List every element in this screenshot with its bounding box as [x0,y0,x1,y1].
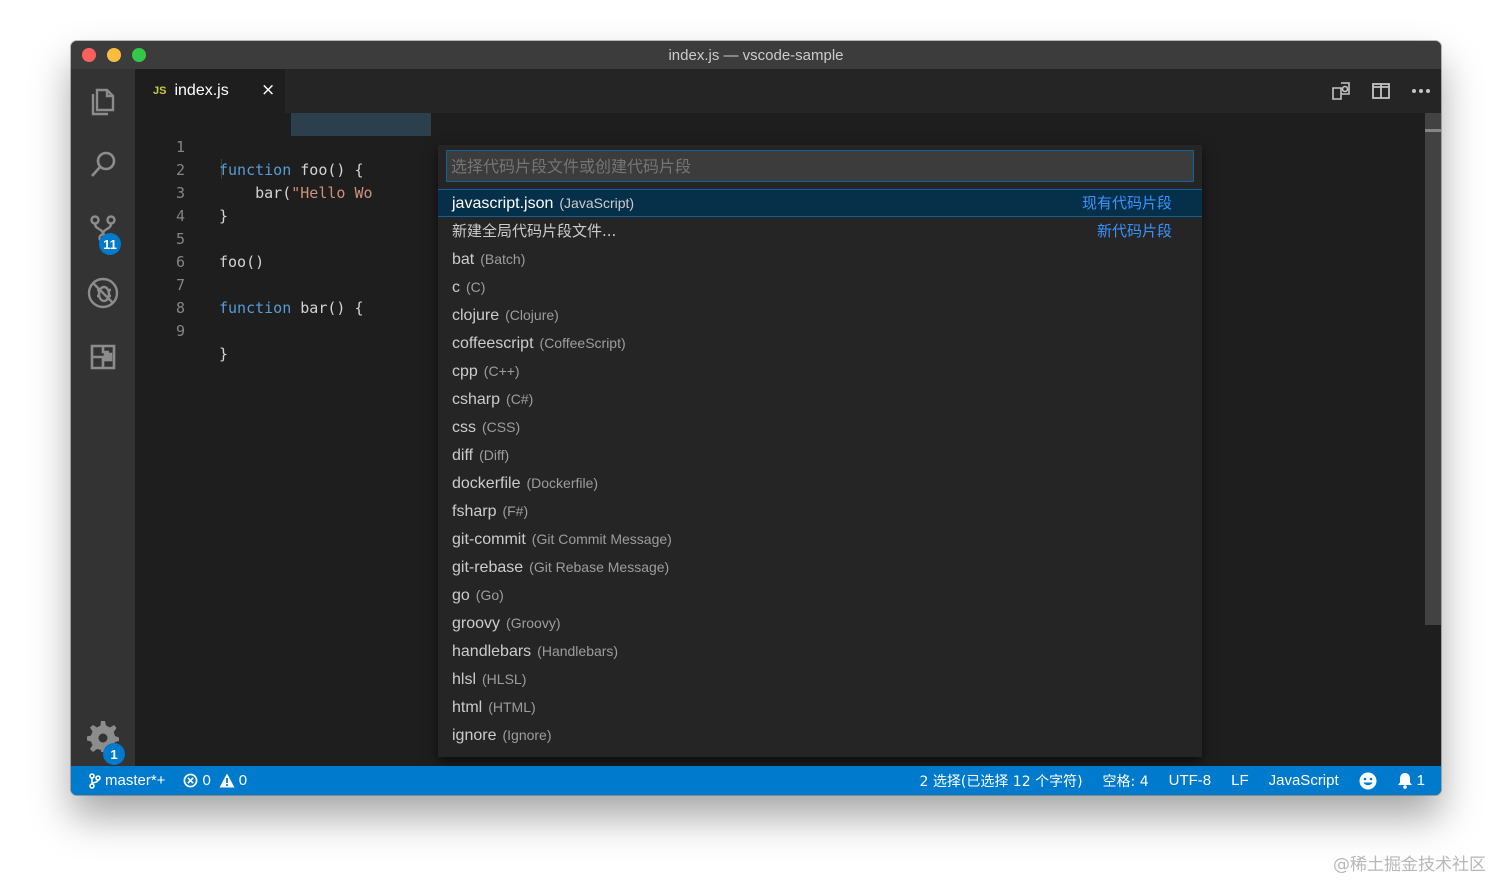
scrollbar-thumb[interactable] [1425,113,1441,625]
quick-pick-item[interactable]: csharp (C#) [438,385,1202,413]
quick-pick-item[interactable]: coffeescript (CoffeeScript) [438,329,1202,357]
settings-badge: 1 [103,743,125,765]
activity-search[interactable] [71,137,135,193]
git-branch-icon [89,772,101,789]
activity-explorer[interactable] [71,73,135,129]
code-line: 3 } [135,159,228,225]
quick-pick-item[interactable]: go (Go) [438,581,1202,609]
code-line: 1 function foo() { [135,113,364,179]
debug-icon [87,277,119,309]
activity-source-control[interactable]: 11 [71,201,135,257]
quick-pick-item[interactable]: ignore (Ignore) [438,721,1202,749]
bell-icon [1397,773,1412,789]
search-icon [91,151,116,177]
window-title: index.js — vscode-sample [668,46,844,64]
selection-highlight [291,113,431,136]
editor-tabs: JS index.js × [135,69,1441,113]
problems-status[interactable]: 0 0 [183,772,247,789]
editor-scrollbar[interactable] [1425,113,1441,766]
quick-pick-input[interactable] [446,150,1194,182]
quick-pick-item-new-global-snippet[interactable]: 新建全局代码片段文件... 新代码片段 [438,217,1202,245]
quick-pick-item[interactable]: dockerfile (Dockerfile) [438,469,1202,497]
close-icon[interactable]: × [261,80,275,100]
activity-extensions[interactable] [71,329,135,385]
code-line: 4 [135,182,189,225]
explorer-icon [91,88,115,116]
activity-debug[interactable] [71,265,135,321]
indentation-status[interactable]: 空格: 4 [1103,771,1149,791]
open-changes-icon [1332,82,1350,100]
notification-count: 1 [1416,772,1425,789]
extensions-icon [90,344,116,370]
title-bar: index.js — vscode-sample [71,41,1441,69]
quick-pick-item[interactable]: html (HTML) [438,693,1202,721]
quick-pick-item[interactable]: git-rebase (Git Rebase Message) [438,553,1202,581]
maximize-window-button[interactable] [132,48,146,62]
ellipsis-icon [1412,89,1430,93]
quick-pick-item[interactable]: git-commit (Git Commit Message) [438,525,1202,553]
quick-pick-item[interactable]: clojure (Clojure) [438,301,1202,329]
quick-pick-item[interactable]: cpp (C++) [438,357,1202,385]
quick-pick-item[interactable]: css (CSS) [438,413,1202,441]
split-editor-icon [1372,83,1390,99]
error-icon [184,773,198,788]
code-editor[interactable]: 1 function foo() { 2 bar("Hello Wo 3 } 4… [135,113,1441,766]
close-window-button[interactable] [82,48,96,62]
git-branch-status[interactable]: master*+ [89,772,165,789]
eol-status[interactable]: LF [1231,772,1249,789]
quick-pick-item-javascript-json[interactable]: javascript.json (JavaScript) 现有代码片段 [438,189,1202,217]
activity-settings[interactable]: 1 [71,707,135,765]
warning-icon [219,773,235,788]
quick-pick-item[interactable]: groovy (Groovy) [438,609,1202,637]
quick-pick-item[interactable]: handlebars (Handlebars) [438,637,1202,665]
encoding-status[interactable]: UTF-8 [1169,772,1212,789]
watermark: @稀土掘金技术社区 [1333,855,1486,875]
more-actions-button[interactable] [1401,69,1441,113]
selection-status[interactable]: 2 选择(已选择 12 个字符) [920,771,1083,791]
split-editor-button[interactable] [1361,69,1401,113]
source-control-badge: 11 [99,233,121,255]
branch-name: master*+ [105,772,166,789]
feedback-button[interactable] [1359,772,1377,790]
quick-pick-item[interactable]: hlsl (HLSL) [438,665,1202,693]
quick-pick-item[interactable]: bat (Batch) [438,245,1202,273]
code-line: 8 [135,274,189,317]
code-line: 7 function bar() { [135,251,364,317]
language-mode-status[interactable]: JavaScript [1269,772,1339,789]
javascript-file-icon: JS [153,85,167,97]
snippet-quick-pick: javascript.json(JavaScript) 现有代码片段 新建全局代… [438,145,1202,757]
code-line: 2 bar("Hello Wo [135,136,373,202]
quick-pick-item[interactable]: diff (Diff) [438,441,1202,469]
scrollbar-cursor-marker [1425,129,1441,132]
minimize-window-button[interactable] [107,48,121,62]
quick-pick-list: javascript.json (JavaScript) 现有代码片段 新建全局代… [438,189,1202,749]
new-snippets-label: 新代码片段 [1096,222,1172,240]
vscode-window: index.js — vscode-sample 11 1 JS index.j… [71,41,1441,795]
tab-label: index.js [174,82,229,99]
error-count: 0 [202,772,211,789]
code-line: 6 [135,228,189,271]
existing-snippets-label: 现有代码片段 [1081,194,1172,212]
warning-count: 0 [238,772,248,789]
quick-pick-item[interactable]: c (C) [438,273,1202,301]
quick-pick-item[interactable]: fsharp (F#) [438,497,1202,525]
code-line: 5 foo() [135,205,264,271]
line-number: 9 [175,322,185,340]
code-line: 9 } [135,297,228,363]
open-changes-button[interactable] [1321,69,1361,113]
editor-actions [1321,69,1441,113]
tab-index-js[interactable]: JS index.js × [135,69,285,113]
activity-bar: 11 1 [71,69,135,766]
smiley-icon [1359,772,1377,789]
notifications-status[interactable]: 1 [1397,772,1425,789]
status-bar: master*+ 0 0 2 选择(已选择 12 个字符) 空格: 4 UTF-… [71,766,1441,795]
